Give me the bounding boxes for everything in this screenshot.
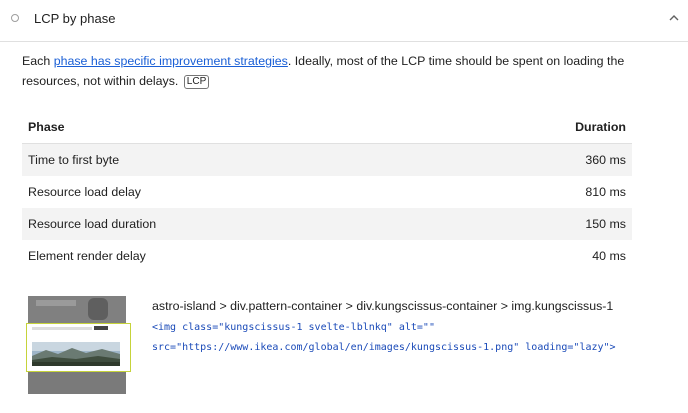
duration-column-header: Duration [442,111,632,144]
table-row: Time to first byte 360 ms [22,143,632,176]
phase-cell: Element render delay [28,249,146,263]
element-highlight-box [26,323,131,372]
phase-cell: Resource load delay [28,185,141,199]
circle-outline-icon [11,14,19,22]
phase-column-header: Phase [22,111,443,144]
phase-table: Phase Duration Time to first byte 360 ms… [22,111,632,272]
table-row: Resource load duration 150 ms [22,208,632,240]
phase-cell: Resource load duration [22,208,443,240]
snippet-line-1: <img class="kungscissus-1 svelte-lblnkq"… [152,322,435,333]
duration-cell: 360 ms [442,143,632,176]
phase-cell: Time to first byte [22,143,443,176]
thumbnail-shape [88,298,108,320]
improvement-strategies-link[interactable]: phase has specific improvement strategie… [54,54,288,68]
thumbnail-page-bottom [28,372,126,394]
audit-description: Each phase has specific improvement stra… [22,51,652,91]
duration-cell: 150 ms [442,208,632,240]
table-row: Resource load delay 810 ms [22,176,632,208]
description-prefix: Each [22,54,54,68]
chevron-up-icon[interactable] [668,12,680,24]
audit-title: LCP by phase [34,11,116,26]
snippet-line-2: src="https://www.ikea.com/global/en/imag… [152,342,616,353]
thumbnail-bar [36,300,76,306]
duration-cell: 810 ms [585,185,626,199]
lcp-badge: LCP [183,75,210,89]
element-code-snippet: <img class="kungscissus-1 svelte-lblnkq"… [152,318,616,358]
element-selector-path: astro-island > div.pattern-container > d… [152,299,614,313]
table-header-row: Phase Duration [22,111,632,144]
audit-header[interactable]: LCP by phase [0,0,688,42]
thumbnail-page-top [28,296,126,324]
table-row: Element render delay 40 ms [22,240,632,272]
duration-cell: 40 ms [592,249,626,263]
